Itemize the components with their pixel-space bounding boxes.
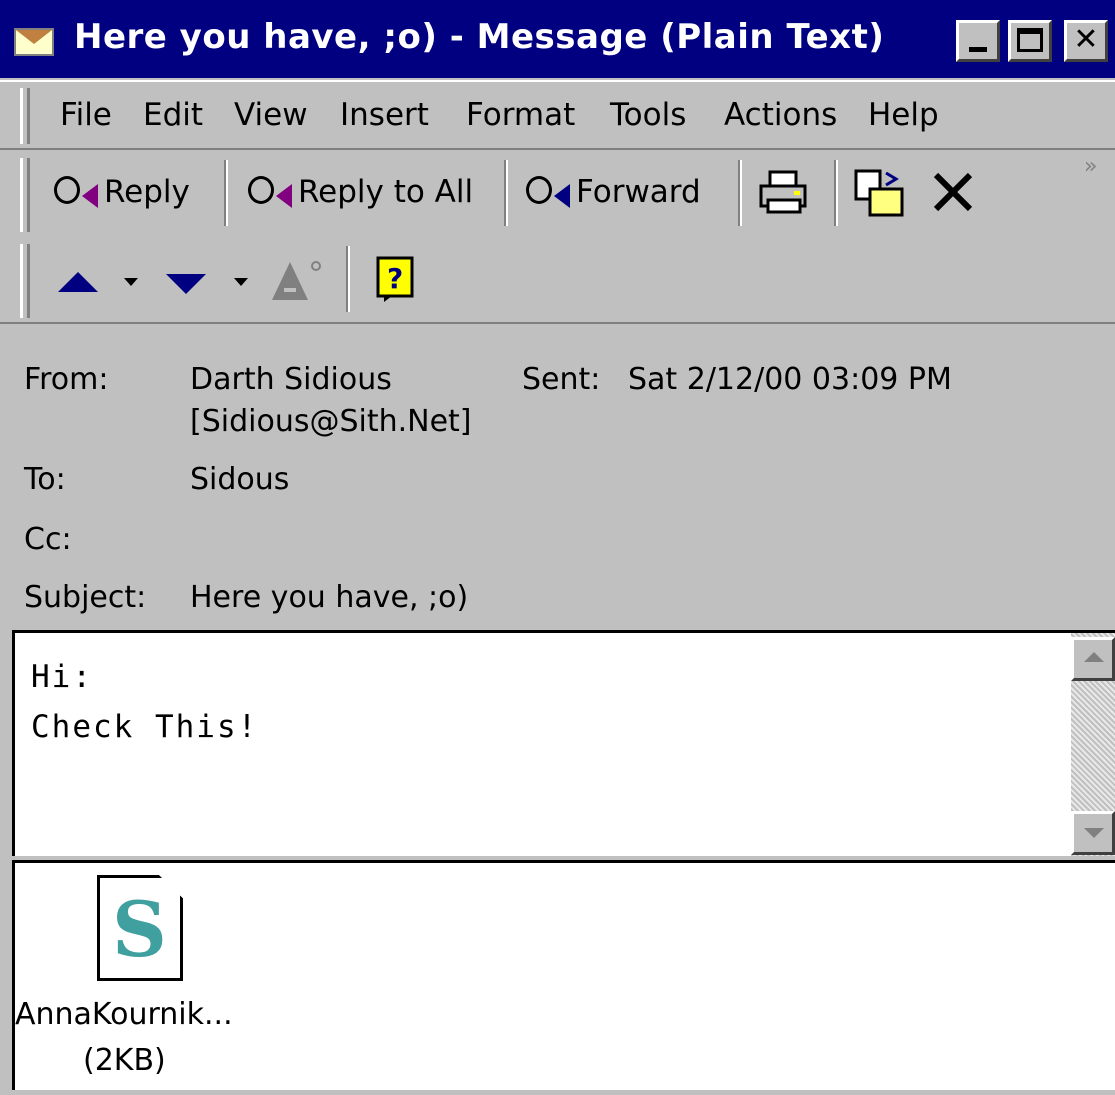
sent-label: Sent: bbox=[522, 362, 601, 397]
menu-file[interactable]: File bbox=[60, 97, 112, 133]
script-file-icon[interactable]: S bbox=[97, 875, 183, 981]
vertical-scrollbar[interactable] bbox=[1071, 633, 1115, 856]
previous-dropdown-icon[interactable] bbox=[124, 278, 138, 286]
delete-button[interactable] bbox=[930, 164, 976, 220]
attachment-pane: S AnnaKournik... (2KB) bbox=[12, 860, 1115, 1090]
envelope-icon bbox=[14, 28, 54, 56]
scroll-up-icon bbox=[1084, 652, 1104, 662]
menu-insert[interactable]: Insert bbox=[340, 97, 429, 133]
menu-format[interactable]: Format bbox=[466, 97, 575, 133]
delete-icon bbox=[933, 172, 973, 212]
body-line-1: Hi: bbox=[31, 659, 93, 695]
down-arrow-icon bbox=[166, 274, 206, 294]
menu-tools[interactable]: Tools bbox=[610, 97, 686, 133]
toolbar-separator bbox=[504, 160, 508, 226]
maximize-icon bbox=[1017, 28, 1043, 52]
navigation-toolbar: ? bbox=[0, 234, 1115, 324]
toolbar-overflow-icon[interactable]: » bbox=[1084, 154, 1097, 179]
svg-text:?: ? bbox=[387, 262, 403, 295]
sent-value: Sat 2/12/00 03:09 PM bbox=[628, 362, 952, 397]
scroll-up-button[interactable] bbox=[1071, 637, 1115, 681]
forward-label: Forward bbox=[576, 174, 701, 210]
printer-icon bbox=[759, 170, 807, 214]
help-button[interactable]: ? bbox=[374, 254, 420, 304]
from-label: From: bbox=[24, 362, 109, 397]
toolbar-separator bbox=[738, 160, 742, 226]
forward-button[interactable]: Forward bbox=[522, 164, 701, 220]
menu-view[interactable]: View bbox=[234, 97, 308, 133]
up-arrow-icon bbox=[58, 272, 98, 292]
menu-bar: File Edit View Insert Format Tools Actio… bbox=[0, 80, 1115, 150]
next-dropdown-icon[interactable] bbox=[234, 278, 248, 286]
title-bar[interactable]: Here you have, ;o) - Message (Plain Text… bbox=[0, 0, 1115, 78]
body-line-2: Check This! bbox=[31, 709, 259, 745]
reply-all-label: Reply to All bbox=[298, 174, 474, 210]
menu-grip[interactable] bbox=[20, 88, 30, 144]
toolbar-separator bbox=[346, 246, 350, 312]
minimize-button[interactable] bbox=[956, 20, 1000, 62]
reply-button[interactable]: Reply bbox=[50, 164, 190, 220]
attachment-name[interactable]: AnnaKournik... bbox=[15, 997, 233, 1032]
print-button[interactable] bbox=[758, 164, 810, 220]
cc-label: Cc: bbox=[24, 522, 72, 557]
help-icon: ? bbox=[376, 256, 414, 302]
window-title: Here you have, ;o) - Message (Plain Text… bbox=[74, 17, 885, 57]
close-button[interactable]: ✕ bbox=[1064, 20, 1108, 62]
font-size-button[interactable] bbox=[268, 258, 328, 304]
next-item-button[interactable] bbox=[164, 264, 208, 300]
standard-toolbar: Reply Reply to All Forward » bbox=[0, 150, 1115, 234]
reply-label: Reply bbox=[104, 174, 190, 210]
from-email[interactable]: [Sidious@Sith.Net] bbox=[190, 404, 472, 439]
message-body[interactable]: Hi: Check This! bbox=[12, 630, 1115, 856]
from-name[interactable]: Darth Sidious bbox=[190, 362, 392, 397]
window-bottom-edge bbox=[0, 1090, 1115, 1095]
subject-value: Here you have, ;o) bbox=[190, 580, 469, 615]
menu-help[interactable]: Help bbox=[868, 97, 939, 133]
move-to-folder-icon bbox=[854, 169, 904, 217]
maximize-button[interactable] bbox=[1008, 20, 1052, 62]
font-size-icon bbox=[272, 261, 321, 300]
close-icon: ✕ bbox=[1073, 22, 1099, 57]
toolbar-separator bbox=[224, 160, 228, 226]
scroll-down-icon bbox=[1084, 828, 1104, 838]
toolbar2-grip[interactable] bbox=[20, 244, 30, 318]
menu-actions[interactable]: Actions bbox=[724, 97, 837, 133]
menu-edit[interactable]: Edit bbox=[143, 97, 203, 133]
move-to-folder-button[interactable] bbox=[852, 164, 906, 220]
toolbar-grip[interactable] bbox=[20, 158, 30, 232]
attachment-size: (2KB) bbox=[83, 1043, 166, 1078]
minimize-icon bbox=[969, 47, 987, 52]
toolbar-separator bbox=[834, 160, 838, 226]
previous-item-button[interactable] bbox=[56, 264, 100, 300]
reply-all-icon bbox=[244, 172, 292, 212]
reply-all-button[interactable]: Reply to All bbox=[244, 164, 473, 220]
to-label: To: bbox=[24, 462, 66, 497]
subject-label: Subject: bbox=[24, 580, 147, 615]
to-value[interactable]: Sidous bbox=[190, 462, 289, 497]
forward-icon bbox=[522, 172, 570, 212]
scroll-down-button[interactable] bbox=[1071, 811, 1115, 855]
reply-icon bbox=[50, 172, 98, 212]
